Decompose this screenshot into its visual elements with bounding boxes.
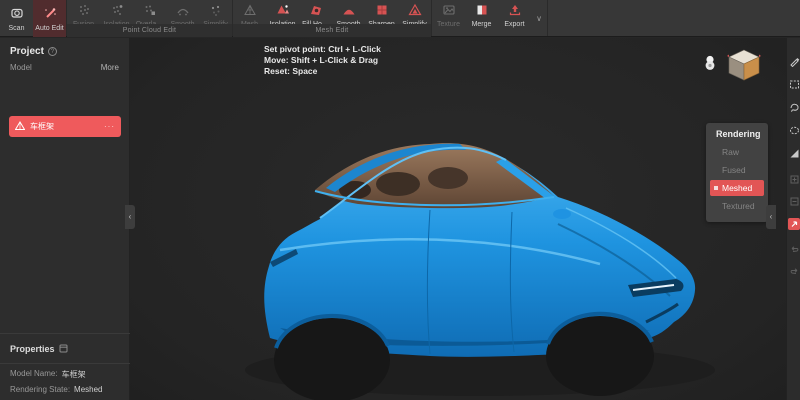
rendering-option-raw[interactable]: Raw [710,144,764,160]
mesh-button[interactable]: Mesh [233,0,266,24]
mesh-isolation-icon [276,3,290,20]
texture-button[interactable]: Texture [432,0,465,24]
toolbar-group-point-cloud-edit: Fusion Isolation Overla… [67,0,233,36]
export-dropdown-chevron[interactable]: ∨ [531,0,547,37]
help-icon[interactable]: ? [48,47,57,56]
application-window: Scan Auto Edit Fusion [0,0,800,400]
hint-move: Move: Shift + L-Click & Drag [264,55,381,66]
delete-selection-icon[interactable] [788,218,800,230]
rect-select-icon[interactable] [788,78,800,90]
hint-reset: Reset: Space [264,66,381,77]
collapse-left-panel-button[interactable]: ‹ [125,205,135,229]
pc-smooth-button[interactable]: Smooth [166,0,199,24]
texture-icon [442,3,456,20]
mesh-edit-group-label: Mesh Edit [233,24,431,37]
mesh-simplify-icon [408,3,422,20]
toolbar-group-scan: Scan Auto Edit [0,0,67,36]
mesh-isolation-button[interactable]: Isolation [266,0,299,24]
viewport-3d[interactable]: Set pivot point: Ctrl + L-Click Move: Sh… [130,38,786,400]
chevron-left-icon: ‹ [129,212,132,221]
merge-icon [475,3,489,20]
toolbar-group-mesh-edit: Mesh Isolation Fill Ho… [233,0,432,36]
rendering-option-fused[interactable]: Fused [710,162,764,178]
shrink-selection-icon[interactable] [788,195,800,207]
merge-button[interactable]: Merge [465,0,498,24]
export-icon [508,3,522,20]
pc-simplify-button[interactable]: Simplify [199,0,232,24]
viewport-hints: Set pivot point: Ctrl + L-Click Move: Sh… [264,44,381,77]
mesh-icon [243,3,257,20]
rendering-option-textured[interactable]: Textured [710,198,764,214]
point-cloud-simplify-icon [209,3,223,20]
model-item-menu-icon[interactable]: ··· [104,122,115,131]
view-cube[interactable] [726,48,762,87]
model-section-label: Model [10,63,32,72]
chevron-down-icon: ∨ [536,14,542,23]
auto-edit-label: Auto Edit [35,25,63,32]
chevron-left-icon: ‹ [770,212,773,221]
mesh-model-icon [15,118,25,136]
lasso-select-icon[interactable] [788,101,800,113]
brush-select-icon[interactable] [788,55,800,67]
auto-edit-button[interactable]: Auto Edit [33,0,66,37]
plane-select-icon[interactable] [788,147,800,159]
collapse-panel-icon[interactable] [59,340,68,358]
point-cloud-isolation-icon [110,3,124,20]
export-button[interactable]: Export [498,0,531,24]
pc-isolation-button[interactable]: Isolation [100,0,133,24]
point-cloud-smooth-icon [176,3,190,20]
hint-set-pivot: Set pivot point: Ctrl + L-Click [264,44,381,55]
mesh-smooth-icon [342,3,356,20]
mesh-smooth-button[interactable]: Smooth [332,0,365,24]
collapse-right-panel-button[interactable]: ‹ [766,205,776,229]
undo-icon[interactable] [788,243,800,255]
toolbar-group-output: Texture Merge Export ∨ [432,0,548,36]
scan-icon [10,6,24,23]
fill-holes-icon [309,3,323,20]
project-panel: Project ? Model More 车框架 ··· Properties [0,38,130,400]
ellipse-select-icon[interactable] [788,124,800,136]
point-cloud-fusion-icon [77,3,91,20]
overlap-button[interactable]: Overla… [133,0,166,24]
redo-icon[interactable] [788,265,800,277]
expand-selection-icon[interactable] [788,173,800,185]
property-row-rendering-state: Rendering State: Meshed [10,385,120,394]
rendering-panel: Rendering Raw Fused Meshed Textured [706,123,768,222]
sharpen-icon [375,3,389,20]
toolbar-filler [548,0,800,36]
magnet-icon[interactable] [702,54,718,75]
scan-button[interactable]: Scan [0,0,33,37]
fusion-button[interactable]: Fusion [67,0,100,24]
sharpen-button[interactable]: Sharpen [365,0,398,24]
rendering-panel-title: Rendering [710,128,764,144]
properties-panel: Properties Model Name: 车框架 Rendering Sta… [0,333,130,400]
selection-tool-strip [786,38,800,400]
fill-holes-button[interactable]: Fill Ho… [299,0,332,24]
main-toolbar: Scan Auto Edit Fusion [0,0,800,37]
model-list-item-selected[interactable]: 车框架 ··· [9,116,121,137]
property-row-model-name: Model Name: 车框架 [10,369,120,380]
more-button[interactable]: More [101,63,119,72]
viewport-gizmos [702,48,762,87]
mesh-simplify-button[interactable]: Simplify [398,0,431,24]
rendering-option-meshed[interactable]: Meshed [710,180,764,196]
project-panel-title: Project [10,46,44,57]
scan-label: Scan [9,25,25,32]
point-cloud-overlap-icon [143,3,157,20]
properties-title: Properties [10,344,55,354]
car-model-mesh [130,38,786,400]
model-item-name: 车框架 [30,121,99,132]
magic-wand-icon [43,6,57,23]
point-cloud-edit-group-label: Point Cloud Edit [67,24,232,37]
